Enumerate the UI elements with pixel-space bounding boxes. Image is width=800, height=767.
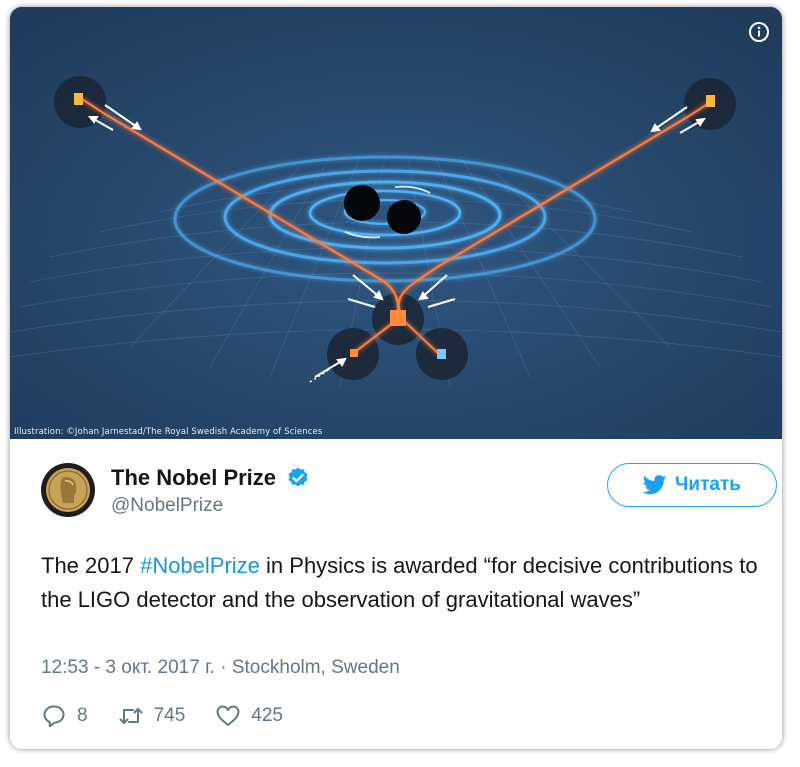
tweet-text: The 2017 #NobelPrize in Physics is award… [41,549,761,617]
meta-separator: · [214,657,232,678]
tweet-media-image[interactable]: Illustration: ©Johan Jarnestad/The Royal… [10,7,782,439]
follow-button-label: Читать [675,474,741,495]
like-button[interactable]: 425 [215,703,283,729]
retweet-icon [119,708,143,724]
avatar[interactable] [41,463,95,517]
hashtag-link[interactable]: #NobelPrize [140,553,260,578]
heart-icon [216,705,240,726]
follow-button[interactable]: Читать [607,463,777,507]
tweet-location[interactable]: Stockholm, Sweden [232,657,400,678]
author-display-name[interactable]: The Nobel Prize [111,465,276,491]
retweet-button[interactable]: 745 [118,703,186,729]
info-icon[interactable] [748,21,770,43]
twitter-bird-icon [643,475,667,495]
tweet-timestamp[interactable]: 12:53 - 3 окт. 2017 г. [41,657,215,678]
tweet-text-before: The 2017 [41,553,141,578]
retweet-count: 745 [153,705,186,726]
reply-icon [43,705,65,728]
reply-count: 8 [77,705,88,726]
tweet-actions: 8 745 425 [41,700,313,732]
image-credit: Illustration: ©Johan Jarnestad/The Royal… [14,427,323,437]
tweet-card: Illustration: ©Johan Jarnestad/The Royal… [10,7,782,749]
nobel-medal-avatar-icon [41,463,95,517]
like-count: 425 [251,705,283,726]
author-handle[interactable]: @NobelPrize [111,495,310,517]
gravitational-waves-illustration [10,7,782,439]
author-names: The Nobel Prize @NobelPrize [111,465,310,517]
reply-button[interactable]: 8 [41,703,88,729]
tweet-header: The Nobel Prize @NobelPrize Читать [41,463,777,523]
tweet-meta: 12:53 - 3 окт. 2017 г. · Stockholm, Swed… [41,657,400,679]
verified-badge-icon [288,467,307,487]
